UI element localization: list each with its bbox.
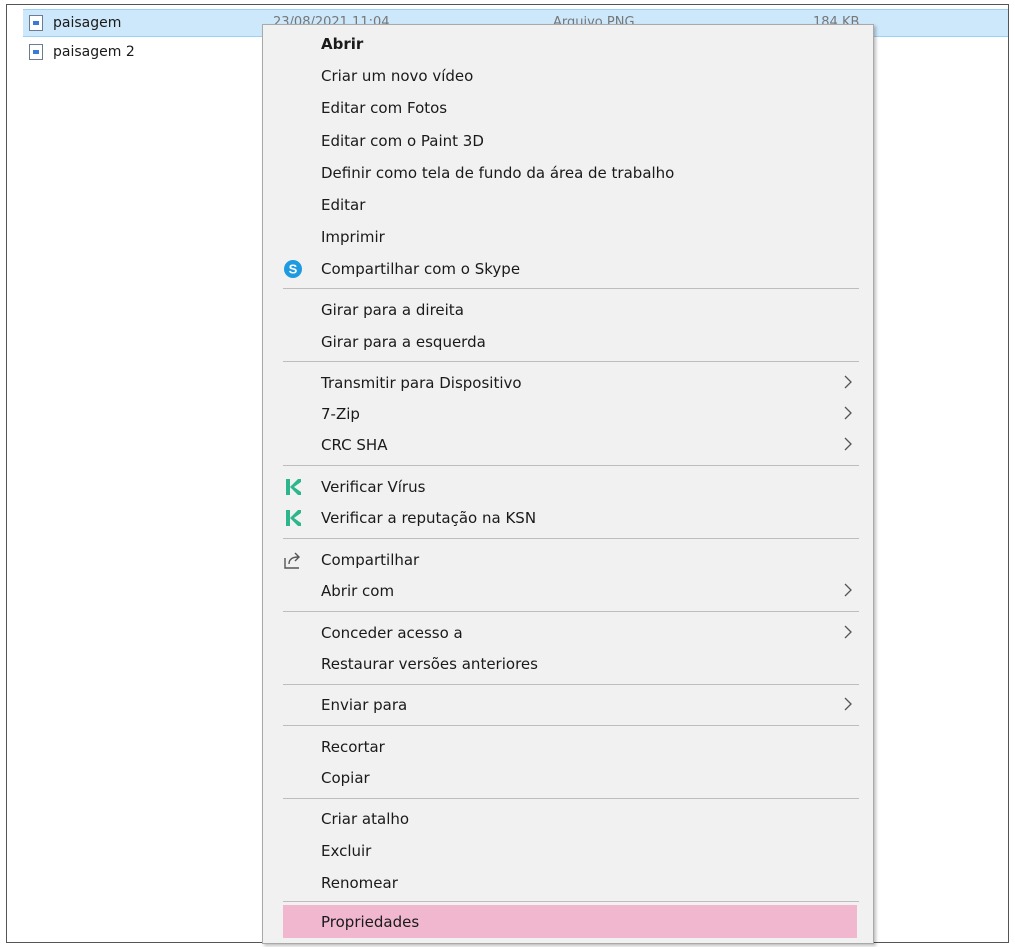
menu-item-label: Editar com o Paint 3D bbox=[321, 132, 484, 150]
menu-item-label: Imprimir bbox=[321, 228, 385, 246]
file-row-paisagem-2[interactable]: paisagem 2 bbox=[23, 39, 135, 65]
file-name: paisagem 2 bbox=[53, 44, 135, 60]
menu-item-label: Verificar Vírus bbox=[321, 478, 426, 496]
chevron-right-icon bbox=[844, 625, 852, 639]
kaspersky-icon bbox=[286, 479, 301, 495]
menu-item-crc-sha[interactable]: CRC SHA bbox=[263, 430, 873, 460]
menu-item-verificar-virus[interactable]: Verificar Vírus bbox=[263, 472, 873, 502]
menu-item-label: Compartilhar bbox=[321, 551, 420, 569]
menu-separator bbox=[283, 465, 859, 466]
menu-item-label: Editar com Fotos bbox=[321, 99, 448, 117]
menu-item-label: Abrir com bbox=[321, 582, 395, 600]
menu-item-renomear[interactable]: Renomear bbox=[263, 868, 873, 898]
menu-item-criar-video[interactable]: Criar um novo vídeo bbox=[263, 61, 873, 91]
menu-item-recortar[interactable]: Recortar bbox=[263, 732, 873, 762]
chevron-right-icon bbox=[844, 697, 852, 711]
menu-item-label: Transmitir para Dispositivo bbox=[321, 374, 522, 392]
svg-text:S: S bbox=[289, 262, 298, 277]
menu-item-girar-esquerda[interactable]: Girar para a esquerda bbox=[263, 327, 873, 357]
menu-item-reputacao-ksn[interactable]: Verificar a reputação na KSN bbox=[263, 503, 873, 533]
menu-item-tela-de-fundo[interactable]: Definir como tela de fundo da área de tr… bbox=[263, 158, 873, 188]
menu-separator bbox=[283, 725, 859, 726]
menu-item-girar-direita[interactable]: Girar para a direita bbox=[263, 295, 873, 325]
menu-item-label: Compartilhar com o Skype bbox=[321, 260, 521, 278]
menu-item-label: Copiar bbox=[321, 769, 370, 787]
menu-item-abrir-com[interactable]: Abrir com bbox=[263, 576, 873, 606]
menu-item-conceder-acesso[interactable]: Conceder acesso a bbox=[263, 618, 873, 648]
menu-item-label: Verificar a reputação na KSN bbox=[321, 509, 537, 527]
chevron-right-icon bbox=[844, 375, 852, 389]
skype-icon: S bbox=[284, 260, 302, 278]
kaspersky-icon bbox=[286, 510, 301, 526]
chevron-right-icon bbox=[844, 406, 852, 420]
menu-item-paint-3d[interactable]: Editar com o Paint 3D bbox=[263, 126, 873, 156]
image-file-icon bbox=[29, 15, 43, 31]
menu-item-excluir[interactable]: Excluir bbox=[263, 836, 873, 866]
menu-item-label: Girar para a esquerda bbox=[321, 333, 486, 351]
menu-separator bbox=[283, 538, 859, 539]
menu-separator bbox=[283, 901, 859, 902]
share-icon bbox=[284, 552, 300, 569]
menu-separator bbox=[283, 798, 859, 799]
menu-item-abrir[interactable]: Abrir bbox=[263, 29, 873, 59]
menu-separator bbox=[283, 684, 859, 685]
menu-separator bbox=[283, 361, 859, 362]
menu-item-label: 7-Zip bbox=[321, 405, 360, 423]
menu-item-label: Criar atalho bbox=[321, 810, 410, 828]
menu-item-label: Abrir bbox=[321, 35, 364, 53]
menu-item-copiar[interactable]: Copiar bbox=[263, 763, 873, 793]
file-name: paisagem bbox=[53, 15, 122, 31]
menu-item-label: Conceder acesso a bbox=[321, 624, 463, 642]
context-menu: Abrir Criar um novo vídeo Editar com Fot… bbox=[262, 24, 874, 944]
menu-item-label: Criar um novo vídeo bbox=[321, 67, 474, 85]
menu-item-imprimir[interactable]: Imprimir bbox=[263, 222, 873, 252]
menu-item-enviar-para[interactable]: Enviar para bbox=[263, 690, 873, 720]
menu-item-label: Restaurar versões anteriores bbox=[321, 655, 538, 673]
menu-item-editar-fotos[interactable]: Editar com Fotos bbox=[263, 93, 873, 123]
menu-item-transmitir[interactable]: Transmitir para Dispositivo bbox=[263, 368, 873, 398]
menu-item-label: CRC SHA bbox=[321, 436, 388, 454]
menu-item-label: Excluir bbox=[321, 842, 372, 860]
menu-item-compartilhar[interactable]: Compartilhar bbox=[263, 545, 873, 575]
menu-item-label: Renomear bbox=[321, 874, 398, 892]
menu-item-label: Enviar para bbox=[321, 696, 408, 714]
menu-item-label: Editar bbox=[321, 196, 366, 214]
menu-item-label: Definir como tela de fundo da área de tr… bbox=[321, 164, 675, 182]
menu-item-7zip[interactable]: 7-Zip bbox=[263, 399, 873, 429]
menu-item-skype[interactable]: S Compartilhar com o Skype bbox=[263, 254, 873, 284]
menu-item-propriedades[interactable]: Propriedades bbox=[283, 905, 857, 938]
menu-item-criar-atalho[interactable]: Criar atalho bbox=[263, 804, 873, 834]
menu-item-editar[interactable]: Editar bbox=[263, 190, 873, 220]
chevron-right-icon bbox=[844, 583, 852, 597]
menu-item-restaurar-versoes[interactable]: Restaurar versões anteriores bbox=[263, 649, 873, 679]
image-file-icon bbox=[29, 44, 43, 60]
menu-item-label: Girar para a direita bbox=[321, 301, 464, 319]
menu-separator bbox=[283, 611, 859, 612]
menu-separator bbox=[283, 288, 859, 289]
menu-item-label: Propriedades bbox=[321, 912, 420, 931]
menu-item-label: Recortar bbox=[321, 738, 385, 756]
chevron-right-icon bbox=[844, 437, 852, 451]
